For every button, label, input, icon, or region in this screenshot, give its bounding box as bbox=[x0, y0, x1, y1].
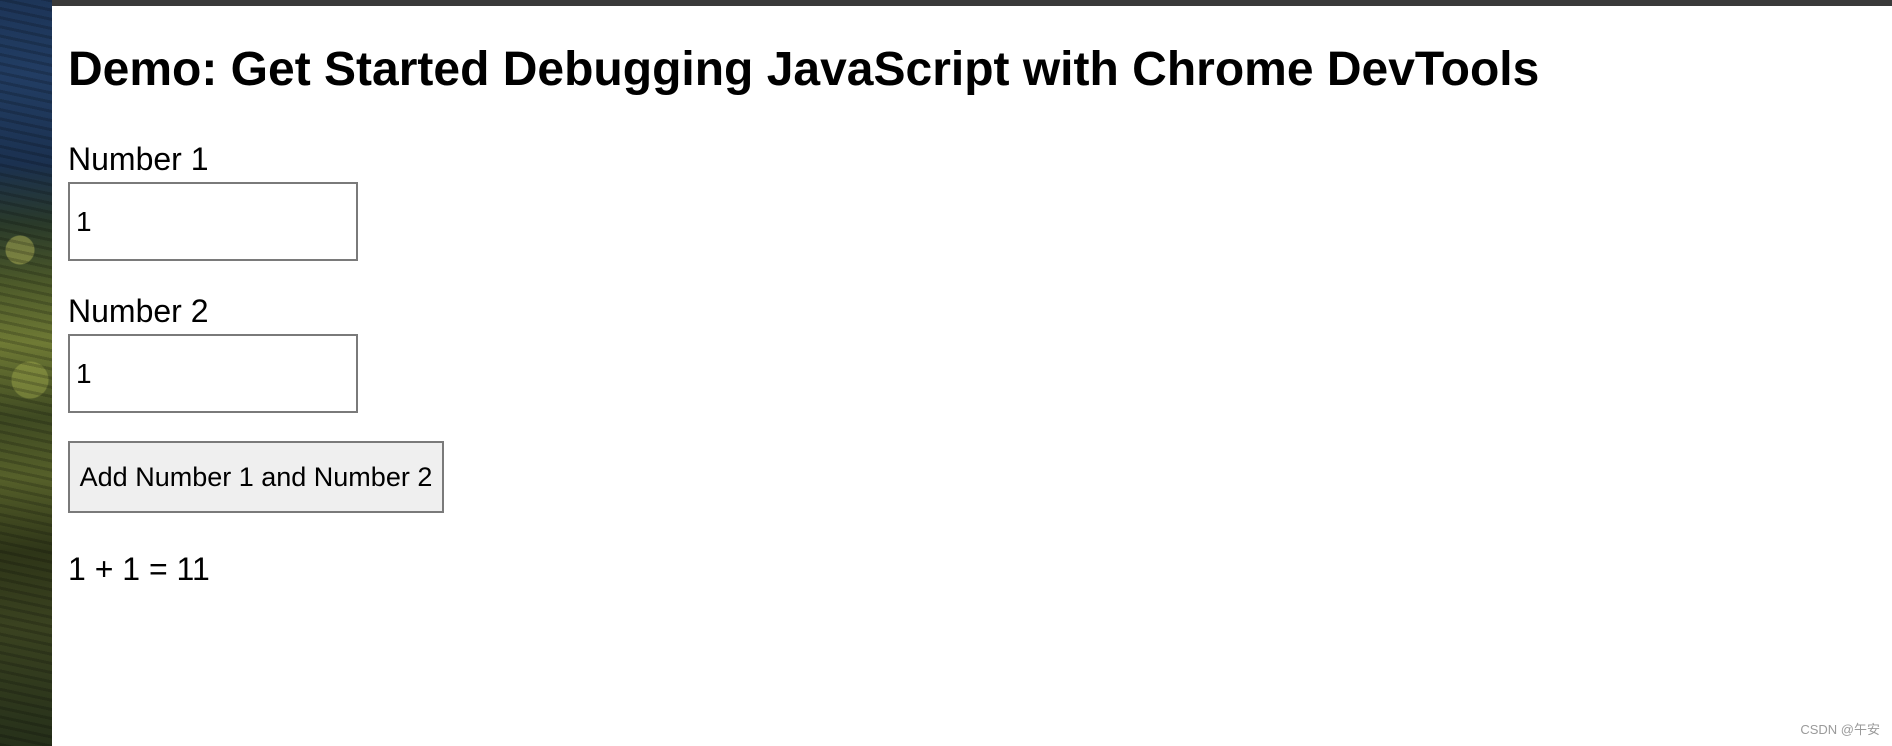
number2-label: Number 2 bbox=[68, 293, 209, 329]
desktop-wallpaper bbox=[0, 0, 52, 746]
csdn-watermark: CSDN @午安 bbox=[1800, 722, 1880, 737]
page-title: Demo: Get Started Debugging JavaScript w… bbox=[68, 43, 1540, 96]
demo-page: Demo: Get Started Debugging JavaScript w… bbox=[52, 6, 1892, 746]
number1-label: Number 1 bbox=[68, 141, 209, 177]
number1-input[interactable] bbox=[68, 182, 358, 261]
result-text: 1 + 1 = 11 bbox=[68, 551, 210, 587]
add-numbers-button[interactable]: Add Number 1 and Number 2 bbox=[68, 441, 444, 513]
number2-input[interactable] bbox=[68, 334, 358, 413]
